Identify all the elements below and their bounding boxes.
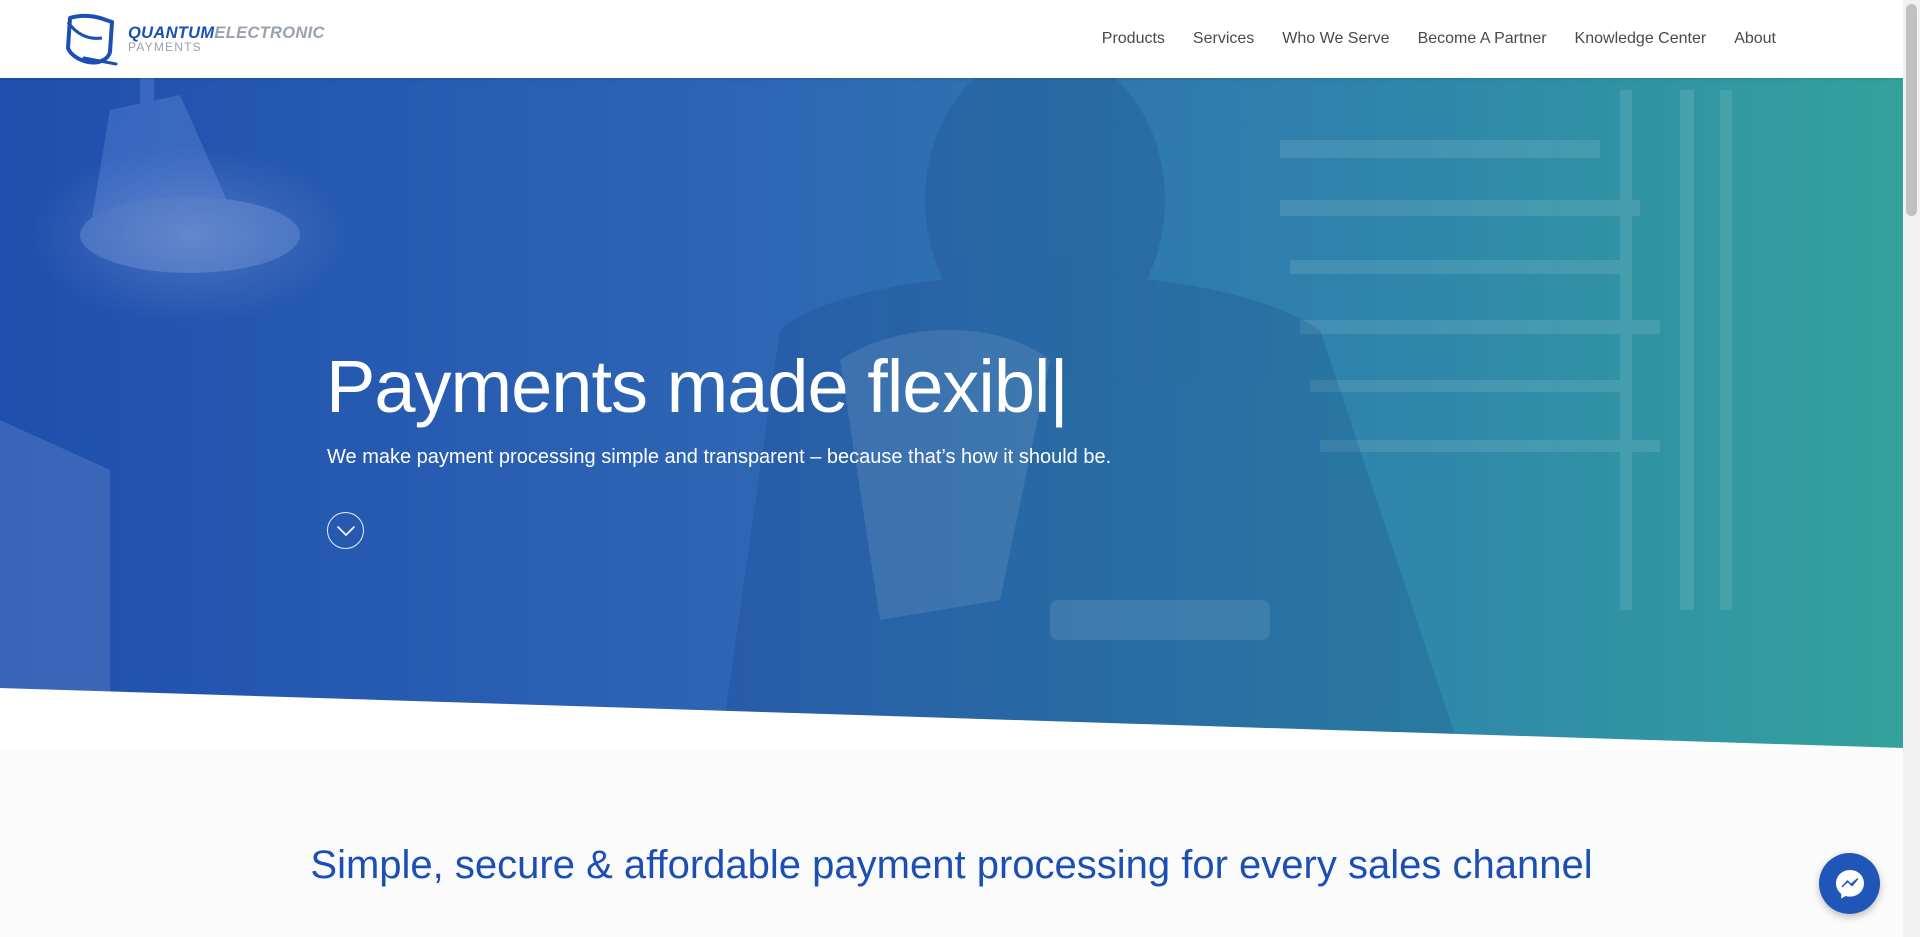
- quantum-logo-icon: [66, 13, 118, 66]
- section-headline: Simple, secure & affordable payment proc…: [310, 843, 1593, 887]
- nav-item-services[interactable]: Services: [1193, 30, 1254, 48]
- chevron-down-icon: [336, 525, 355, 536]
- scroll-down-button[interactable]: [327, 512, 364, 549]
- messenger-chat-button[interactable]: [1819, 853, 1880, 914]
- brand-wordmark: QUANTUMELECTRONIC PAYMENTS: [128, 25, 325, 53]
- scrollbar-thumb[interactable]: [1906, 4, 1917, 216]
- main-nav: Products Services Who We Serve Become A …: [1074, 0, 1776, 78]
- hero-banner: Payments made flexibl| We make payment p…: [0, 0, 1903, 748]
- messenger-icon: [1835, 869, 1864, 898]
- brand-tagline: PAYMENTS: [128, 39, 202, 54]
- nav-item-knowledge-center[interactable]: Knowledge Center: [1575, 30, 1707, 48]
- brand-name-secondary: ELECTRONIC: [214, 24, 325, 43]
- brand-logo[interactable]: QUANTUMELECTRONIC PAYMENTS: [62, 12, 362, 66]
- hero-subtitle: We make payment processing simple and tr…: [327, 446, 1112, 468]
- nav-item-about[interactable]: About: [1734, 30, 1776, 48]
- nav-item-who-we-serve[interactable]: Who We Serve: [1282, 30, 1389, 48]
- site-header: QUANTUMELECTRONIC PAYMENTS Products Serv…: [0, 0, 1903, 78]
- hero-title: Payments made flexibl|: [326, 345, 1069, 428]
- nav-item-products[interactable]: Products: [1102, 30, 1165, 48]
- page-scrollbar[interactable]: [1903, 0, 1920, 937]
- nav-item-become-a-partner[interactable]: Become A Partner: [1418, 30, 1547, 48]
